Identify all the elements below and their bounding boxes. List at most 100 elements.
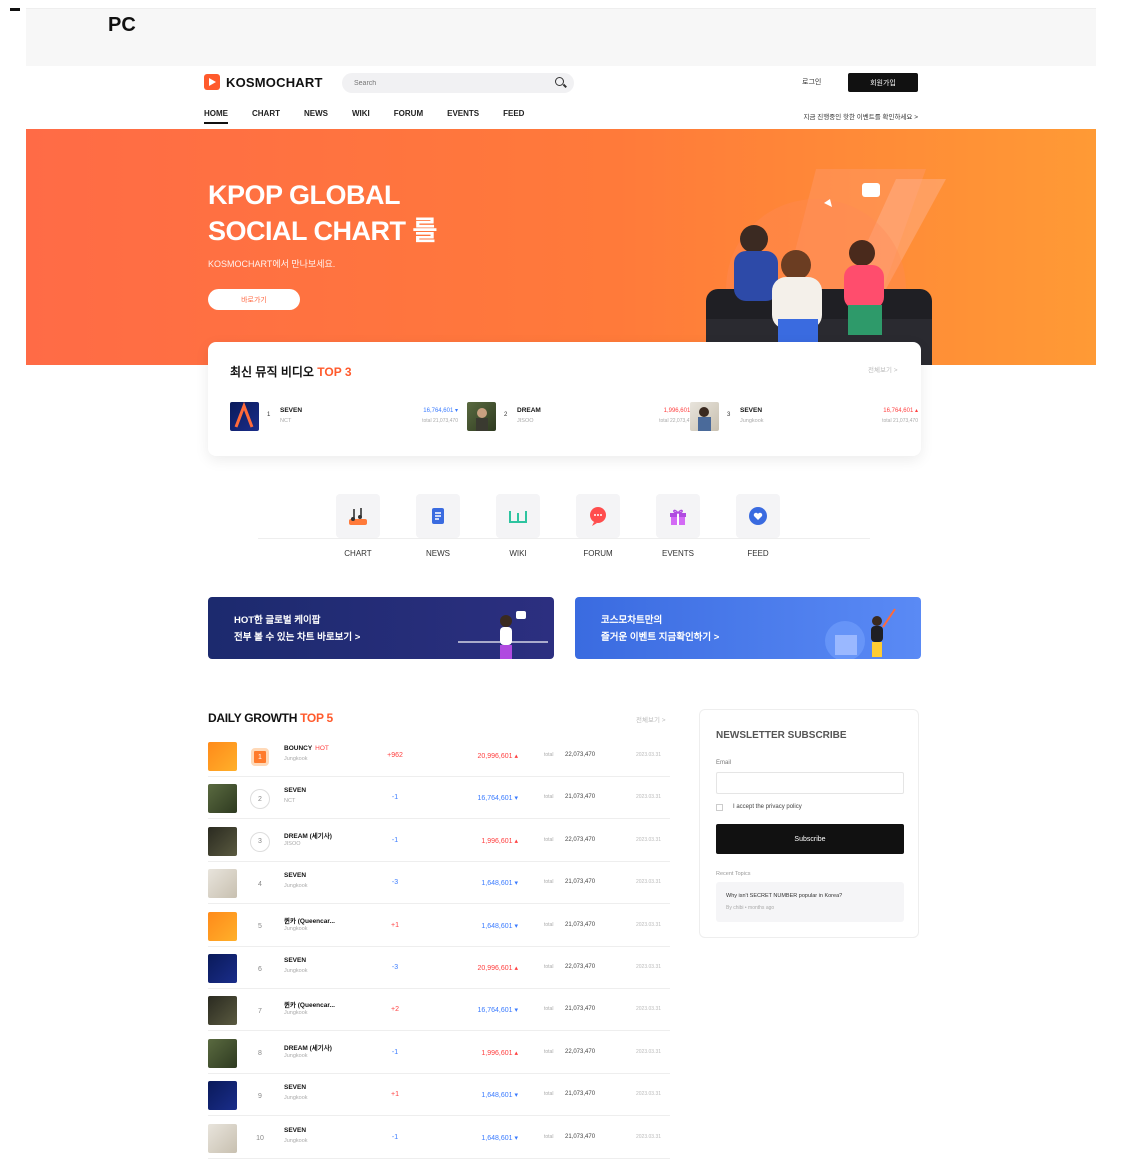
category-label: NEWS xyxy=(426,549,450,558)
category-feed[interactable]: FEED xyxy=(736,494,780,558)
song-name: 퀸카 (Queencar... xyxy=(284,915,338,925)
email-field[interactable] xyxy=(716,772,904,794)
song-name: DREAM (세기사) xyxy=(284,830,335,840)
rank-change: -1 xyxy=(391,836,399,844)
topic-question: Why isn't SECRET NUMBER popular in Korea… xyxy=(726,893,843,899)
hero-subtitle: KOSMOCHART에서 만나보세요. xyxy=(208,259,336,269)
top3-song-name: SEVEN xyxy=(280,407,303,414)
table-row[interactable]: 6 SEVEN Jungkook -3 20,996,601 ▴ total 22,073,… xyxy=(208,947,670,989)
top3-item[interactable]: 2 DREAM JISOO 1,996,601 ▴ total 22,073,4… xyxy=(467,401,695,433)
total-count: 21,073,470 xyxy=(565,1091,596,1098)
nav-events[interactable]: EVENTS xyxy=(447,109,479,118)
rank-badge: 8 xyxy=(258,1050,262,1058)
top3-item[interactable]: 3 SEVEN Jungkook 16,764,601 ▴ total 21,0… xyxy=(690,401,918,433)
row-date: 2023.03.31 xyxy=(636,794,662,801)
artist-name: Jungkook xyxy=(284,1095,308,1102)
recent-topics-label: Recent Topics xyxy=(716,871,751,877)
category-events[interactable]: EVENTS xyxy=(656,494,700,558)
album-thumbnail xyxy=(208,784,237,814)
table-row[interactable]: 10 SEVEN Jungkook -1 1,648,601 ▾ total 21,073,… xyxy=(208,1117,670,1159)
song-title: SEVEN xyxy=(284,957,307,964)
row-date: 2023.03.31 xyxy=(636,879,662,886)
newspaper-icon xyxy=(416,494,460,538)
song-name: BOUNCY HOT xyxy=(284,745,329,752)
table-row[interactable]: 8 DREAM (세기사) Jungkook -1 1,996,601 ▴ total 22… xyxy=(208,1032,670,1074)
category-chart[interactable]: CHART xyxy=(336,494,380,558)
logo[interactable]: KOSMOCHART xyxy=(204,74,323,90)
hero-cta-button[interactable]: 바로가기 xyxy=(208,289,300,310)
song-title: SEVEN xyxy=(284,787,307,795)
subscribe-button[interactable]: Subscribe xyxy=(716,824,904,854)
category-label: CHART xyxy=(344,549,372,558)
mv-top3-card: 최신 뮤직 비디오 TOP 3 전체보기 > 1 SEVEN NCT 16,76… xyxy=(208,342,921,456)
category-forum[interactable]: FORUM xyxy=(576,494,620,558)
nav-wiki[interactable]: WIKI xyxy=(352,109,370,118)
song-name: SEVEN xyxy=(284,1084,309,1091)
artist-name: Jungkook xyxy=(284,1137,308,1144)
nav-chart[interactable]: CHART xyxy=(252,109,280,118)
table-row[interactable]: 7 퀸카 (Queencar... Jungkook +2 16,764,601 ▾ to… xyxy=(208,989,670,1032)
row-date: 2023.03.31 xyxy=(636,1091,662,1098)
view-count: 16,764,601 ▾ xyxy=(477,795,519,803)
album-thumbnail xyxy=(230,401,259,431)
total-label: total xyxy=(544,1006,554,1013)
chart-promo-banner[interactable]: HOT한 글로벌 케이팝 전부 볼 수 있는 차트 바로보기 > xyxy=(208,597,554,659)
table-row[interactable]: 2 SEVEN NCT -1 16,764,601 ▾ total 21,073,470 20… xyxy=(208,777,670,820)
banner-illustration xyxy=(825,608,896,659)
album-thumbnail xyxy=(208,826,237,856)
total-label: total xyxy=(544,752,554,758)
song-title: SEVEN xyxy=(284,1084,307,1092)
table-row[interactable]: 4 SEVEN Jungkook -3 1,648,601 ▾ total 21,073,4… xyxy=(208,862,670,905)
login-link[interactable]: 로그인 xyxy=(802,77,821,87)
rank-badge: 10 xyxy=(256,1135,264,1143)
recent-topic-item[interactable]: Why isn't SECRET NUMBER popular in Korea… xyxy=(716,882,904,922)
album-thumbnail xyxy=(208,911,237,941)
album-thumbnail xyxy=(208,1123,237,1153)
daily-growth-title-text: DAILY GROWTH xyxy=(208,711,301,725)
nav-forum[interactable]: FORUM xyxy=(394,109,423,118)
banner-line2: 전부 볼 수 있는 차트 바로보기 > xyxy=(234,632,361,643)
category-wiki[interactable]: WIKI xyxy=(496,494,540,558)
view-count: 20,996,601 ▴ xyxy=(477,965,519,972)
email-label: Email xyxy=(716,760,732,766)
rank-badge: 5 xyxy=(258,923,262,931)
album-thumbnail xyxy=(208,869,237,899)
frame-marker xyxy=(10,8,20,11)
search-icon[interactable] xyxy=(555,77,564,86)
rank-badge: 3 xyxy=(250,831,270,852)
table-row[interactable]: 9 SEVEN Jungkook +1 1,648,601 ▾ total 21,073,4… xyxy=(208,1074,670,1117)
table-row[interactable]: 3 DREAM (세기사) JISOO -1 1,996,601 ▴ total 22,07… xyxy=(208,820,670,862)
daily-growth-view-all-link[interactable]: 전체보기 > xyxy=(636,714,666,724)
nav-home[interactable]: HOME xyxy=(204,109,228,124)
table-row[interactable]: 5 퀸카 (Queencar... Jungkook +1 1,648,601 ▾ tot… xyxy=(208,905,670,947)
total-count: 21,073,470 xyxy=(565,879,596,886)
join-button[interactable]: 회원가입 xyxy=(848,73,918,92)
album-thumbnail xyxy=(208,742,237,771)
top3-view-all-link[interactable]: 전체보기 > xyxy=(868,364,898,374)
artist-name: NCT xyxy=(284,798,296,805)
top3-song-name: DREAM xyxy=(517,407,541,414)
rank-change: -3 xyxy=(391,964,399,971)
song-title: SEVEN xyxy=(284,1126,307,1134)
total-label: total xyxy=(544,1048,554,1055)
song-title: 퀸카 (Queencar... xyxy=(284,1002,335,1010)
event-notice-link[interactable]: 지금 진행중인 핫한 이벤트를 확인하세요 > xyxy=(804,111,919,121)
topic-author: By chibi • months ago xyxy=(726,905,775,911)
artist-name: Jungkook xyxy=(284,1052,308,1059)
nav-news[interactable]: NEWS xyxy=(304,109,328,118)
row-date: 2023.03.31 xyxy=(636,1048,662,1055)
song-title: BOUNCY xyxy=(284,745,313,752)
nav-feed[interactable]: FEED xyxy=(503,109,524,118)
top3-item[interactable]: 1 SEVEN NCT 16,764,601 ▾ total 21,073,47… xyxy=(230,401,458,433)
top3-value: 16,764,601 ▴ xyxy=(883,408,918,414)
privacy-checkbox[interactable] xyxy=(716,804,723,811)
search-input[interactable] xyxy=(342,73,574,93)
events-promo-banner[interactable]: 코스모차트만의 즐거운 이벤트 지금확인하기 > xyxy=(575,597,921,659)
row-date: 2023.03.31 xyxy=(636,752,662,758)
row-date: 2023.03.31 xyxy=(636,964,662,970)
heart-icon xyxy=(736,494,780,538)
table-row[interactable]: 1 BOUNCY HOT Jungkook +962 20,996,601 ▴ total 2… xyxy=(208,735,670,777)
category-news[interactable]: NEWS xyxy=(416,494,460,558)
banner-line1: 코스모차트만의 xyxy=(601,615,663,626)
top3-artist: Jungkook xyxy=(740,418,764,424)
